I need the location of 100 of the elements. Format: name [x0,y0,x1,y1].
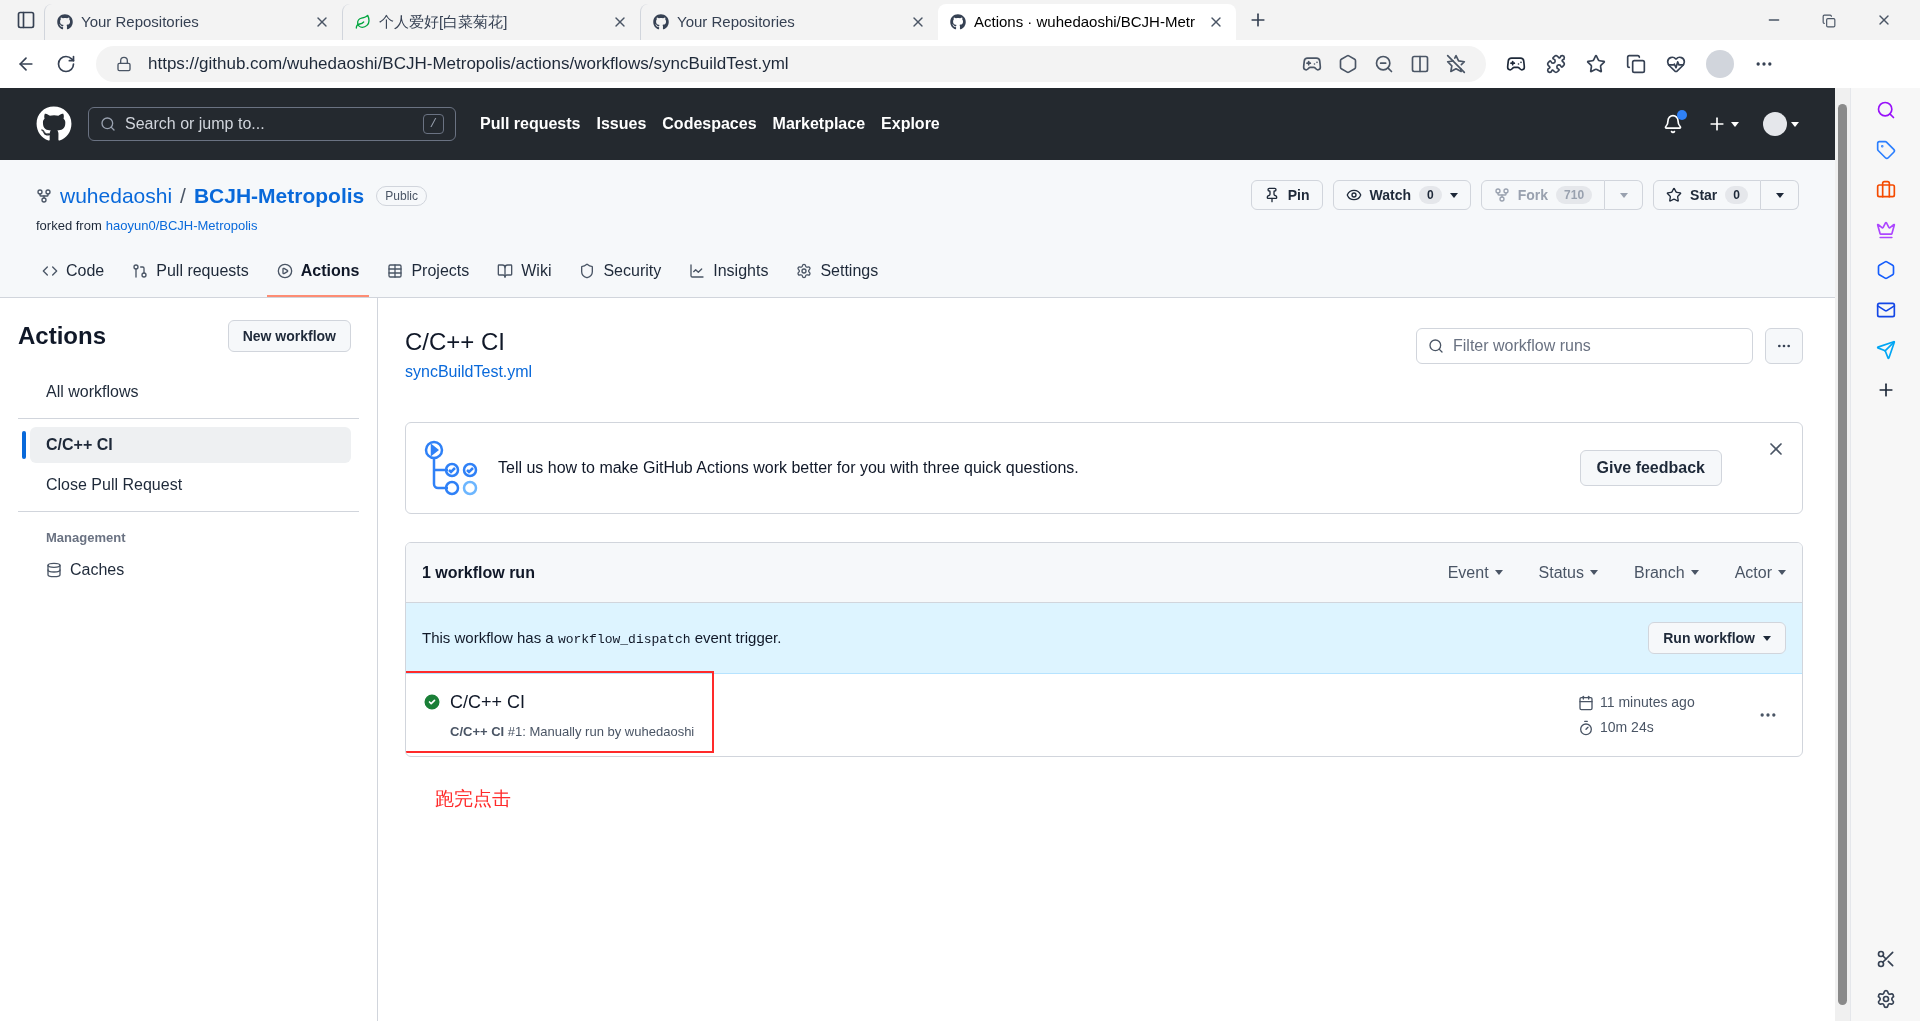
run-title: C/C++ CI [450,690,526,714]
leaf-icon [355,14,371,30]
section-heading: Management [45,529,127,547]
filter-dropdown[interactable]: Status [1538,560,1598,585]
restore-icon[interactable] [1822,14,1836,28]
tag-icon[interactable] [1875,140,1896,160]
nav-link[interactable]: Codespaces [662,112,757,136]
workflow-file-link[interactable]: syncBuildTest.yml [405,363,533,380]
shield-icon [579,263,596,279]
collections-icon[interactable] [1626,54,1646,74]
forked-from-text: forked from [36,216,102,235]
mail-icon[interactable] [1875,300,1896,320]
caret-icon [1791,121,1799,127]
caret-icon [1690,570,1699,575]
count-label: 710 [1556,186,1593,204]
github-logo-icon [653,14,669,30]
health-icon[interactable] [1666,54,1686,74]
run-count: 1 workflow run [422,562,535,583]
tab-title: Your Repositories [677,11,796,32]
repo-tab[interactable]: Wiki [487,259,562,297]
reload-icon[interactable] [56,54,76,74]
workflow-item[interactable]: C/C++ CI [30,427,351,463]
avatar [1763,112,1787,136]
hexagon-icon[interactable] [1875,260,1896,280]
browser-tab[interactable]: Actions · wuhedaoshi/BCJH-Metr [938,4,1236,40]
workflow-illustration-icon [422,440,478,496]
owner-link[interactable]: wuhedaoshi [60,180,173,212]
workflow-item[interactable]: All workflows [30,374,351,410]
bell-icon [1663,114,1683,134]
pull-request-icon [132,263,149,279]
filter-field[interactable]: Filter workflow runs [1416,328,1753,364]
table-icon [387,263,404,279]
repo-tab[interactable]: Projects [377,259,480,297]
dispatch-message: This workflow has a workflow_dispatch event trigger. [422,627,783,649]
avatar-menu[interactable] [1763,112,1799,136]
split-screen-icon[interactable] [1410,54,1430,74]
filter-dropdown[interactable]: Actor [1734,560,1786,585]
repo-tab[interactable]: Settings [786,259,889,297]
nav-link[interactable]: Pull requests [480,112,581,136]
tab-actions-icon[interactable] [16,10,36,30]
success-check-icon [422,692,442,713]
repo-link[interactable]: BCJH-Metropolis [193,180,365,212]
run-workflow-button[interactable]: Run workflow [1648,622,1786,654]
url-text: https://github.com/wuhedaoshi/BCJH-Metropolis/actions/workflows/syncBuildTest.yml [148,53,790,76]
gear-icon [796,263,813,279]
search-icon[interactable] [1875,100,1896,120]
new-workflow-button[interactable]: New workflow [227,320,351,352]
github-logo-icon [950,14,966,30]
nav-link[interactable]: Marketplace [772,112,866,136]
zoom-out-icon[interactable] [1374,54,1394,74]
give-feedback-button[interactable]: Give feedback [1579,450,1722,486]
run-row[interactable]: C/C++ CI C/C++ CI #1: Manually run by wuhedaoshi 11 minutes ago 10m 24s [406,674,1802,756]
address-bar[interactable]: https://github.com/wuhedaoshi/BCJH-Metropolis/actions/workflows/syncBuildTest.yml [96,46,1486,82]
shortcut-key: / [422,114,444,134]
repo-tab[interactable]: Security [569,259,672,297]
fork-icon [1493,187,1510,203]
github-logo-icon[interactable] [36,106,72,142]
nav-link[interactable]: Issues [596,112,647,136]
database-icon [46,561,62,578]
workflow-item[interactable]: Caches [30,551,351,588]
calendar-icon [1578,694,1594,711]
run-duration: 10m 24s [1600,718,1654,737]
forked-from-link[interactable]: haoyun0/BCJH-Metropolis [105,215,258,235]
workflow-item[interactable]: Close Pull Request [30,467,351,503]
repo-tab[interactable]: Pull requests [122,259,259,297]
filter-dropdown[interactable]: Branch [1633,560,1699,585]
run-subtitle: C/C++ CI #1: Manually run by wuhedaoshi [449,722,695,741]
workflow-title: C/C++ CI [405,327,507,357]
pin-button[interactable]: Pin [1250,180,1323,210]
caret-icon [1763,635,1771,641]
nav-link[interactable]: Explore [881,112,940,136]
repo-tab[interactable]: Insights [679,259,779,297]
screenshot-icon[interactable] [1875,949,1896,969]
eye-icon [1345,187,1362,203]
settings-icon[interactable] [1875,989,1896,1009]
caret-icon [1775,192,1784,198]
search-icon [100,116,116,132]
watch-button[interactable]: Watch 0 [1332,180,1471,210]
tab-title: Your Repositories [81,11,200,32]
fork-icon [36,187,52,204]
repo-tab[interactable]: Actions [266,259,370,297]
caret-icon [1778,570,1786,575]
feedback-message: Tell us how to make GitHub Actions work better for you with three quick questions. [498,458,1080,478]
puzzle-icon[interactable] [1546,54,1566,74]
briefcase-icon[interactable] [1875,180,1896,200]
code-icon [42,263,58,279]
caret-icon [1619,192,1628,198]
filter-dropdown[interactable]: Event [1447,560,1503,585]
tab-title: 个人爱好[白菜菊花] [379,11,509,32]
lock-icon [116,56,132,72]
repo-tab[interactable]: Code [32,259,115,297]
scrollbar[interactable] [1835,88,1850,1021]
path-separator: / [180,183,186,209]
caret-icon [1589,570,1598,575]
selection-indicator [22,431,26,459]
caret-icon [1731,121,1739,127]
scrollbar-thumb[interactable] [1838,104,1847,1005]
play-icon [276,263,293,279]
favorites-icon[interactable] [1586,54,1606,74]
star-button[interactable]: Star 0 [1653,180,1761,210]
